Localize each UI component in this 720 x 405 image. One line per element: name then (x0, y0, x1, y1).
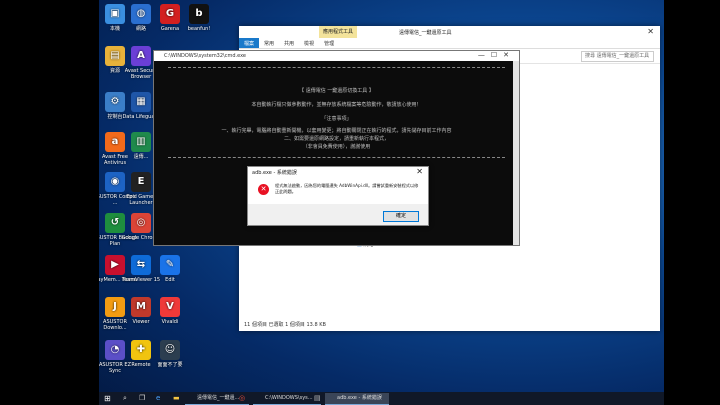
cmd-line: 【 遠傳電信 一鍵還原切換工具 】 (299, 88, 374, 94)
cmd-line: 一、執行完畢，電腦將自動重新開機，以套用變更；將自動關閉正在執行的程式，請先儲存… (221, 128, 452, 134)
dialog-content: ✕ 程式無法啟動，因為您的電腦遺失 AdbWinApi.dll。請嘗試重新安裝程… (248, 177, 428, 204)
desktop-icon[interactable]: b beanfun! (177, 4, 221, 32)
cmd-output: 【 遠傳電信 一鍵還原切換工具 】 本自動執行檔只做參數動作，並無存放系統檔案等… (154, 61, 519, 158)
desktop-icon-label: Vivaldi (161, 319, 179, 325)
search-input[interactable]: 搜尋 遠傳電信_一鍵還原工具 (581, 51, 654, 62)
chrome-icon[interactable]: ◎ (239, 392, 245, 405)
dialog-titlebar[interactable]: adb.exe - 系統錯誤 ✕ (248, 167, 428, 177)
dialog-message: 程式無法啟動，因為您的電腦遺失 AdbWinApi.dll。請嘗試重新安裝程式以… (275, 183, 419, 194)
tab-share[interactable]: 共用 (279, 38, 299, 48)
ribbon: 檔案 常用 共用 檢視 管理 (239, 38, 660, 49)
cmd-titlebar[interactable]: C:\WINDOWS\system32\cmd.exe —☐✕ (154, 51, 519, 61)
windows-start-icon[interactable]: ⊞ (104, 392, 111, 405)
dialog-title: adb.exe - 系統錯誤 (252, 170, 297, 176)
cmd-line: 二、如需要還原網路設定，請重新執行本程式， (283, 136, 389, 142)
app-icon: ✎ (160, 255, 180, 275)
app-icon: A (131, 46, 151, 66)
error-dialog[interactable]: adb.exe - 系統錯誤 ✕ ✕ 程式無法啟動，因為您的電腦遺失 AdbWi… (247, 166, 429, 226)
divider (168, 67, 505, 68)
app-icon: ▥ (131, 132, 151, 152)
edge-icon[interactable]: e (156, 392, 160, 405)
desktop: ▣ 本機 ◍ 網路 G Garena b beanfun! ▤ 資源 A Avast Secure B… (99, 0, 664, 405)
ok-button[interactable]: 確定 (383, 211, 419, 222)
app-icon: V (160, 297, 180, 317)
explorer-titlebar[interactable]: 應用程式工具 遠傳電信_一鍵還原工具 ✕ (239, 26, 660, 38)
cmd-line: 本自動執行檔只做參數動作，並無存放系統檔案等危險動作，敬請放心使用！ (251, 102, 422, 108)
cmd-line: 「注意事項」 (321, 116, 352, 122)
explorer-title: 遠傳電信_一鍵還原工具 (399, 30, 452, 36)
close-icon[interactable]: ✕ (416, 167, 423, 176)
desktop-icon[interactable]: V Vivaldi (148, 297, 192, 325)
tab-view[interactable]: 檢視 (299, 38, 319, 48)
task-view-icon[interactable]: ❐ (139, 392, 145, 405)
tab-home[interactable]: 常用 (259, 38, 279, 48)
task-cmd[interactable]: C:\WINDOWS\sys... (253, 393, 321, 405)
tab-manage[interactable]: 管理 (319, 38, 339, 48)
task-adb-error[interactable]: adb.exe - 系統錯誤 (325, 393, 389, 405)
error-icon: ✕ (258, 184, 269, 195)
desktop-icon-label: 面面不了要 (157, 362, 183, 368)
desktop-icon[interactable]: ✎ Edit (148, 255, 192, 283)
app-icon: ☺ (160, 340, 180, 360)
desktop-icon-label: beanfun! (187, 26, 211, 32)
status-bar: 11 個項目 已選取 1 個項目 13.8 KB (244, 322, 326, 328)
cmd-title: C:\WINDOWS\system32\cmd.exe (164, 53, 246, 59)
desktop-icon[interactable]: ☺ 面面不了要 (148, 340, 192, 368)
folder-icon[interactable]: ▬ (173, 392, 180, 405)
scrollbar[interactable] (513, 61, 519, 245)
app-icon: ▦ (131, 92, 151, 112)
cmd-line: （非會員免費使用），謝謝使用 (302, 144, 371, 150)
search-icon[interactable]: ⌕ (123, 392, 127, 405)
app-icon: E (131, 172, 151, 192)
app-icon: b (189, 4, 209, 24)
app-icon[interactable]: ▤ (314, 392, 321, 405)
taskbar: ⊞ ⌕ ❐ e ▬ 遠傳電信_一鍵還... ◎ C:\WINDOWS\sys..… (99, 392, 664, 405)
divider (168, 157, 505, 158)
window-controls[interactable]: —☐✕ (478, 51, 515, 59)
desktop-icon-label: Edit (165, 277, 175, 283)
tab-file[interactable]: 檔案 (239, 38, 260, 48)
context-tab[interactable]: 應用程式工具 (319, 26, 357, 38)
close-icon[interactable]: ✕ (647, 27, 654, 36)
app-icon: ◎ (131, 213, 151, 233)
